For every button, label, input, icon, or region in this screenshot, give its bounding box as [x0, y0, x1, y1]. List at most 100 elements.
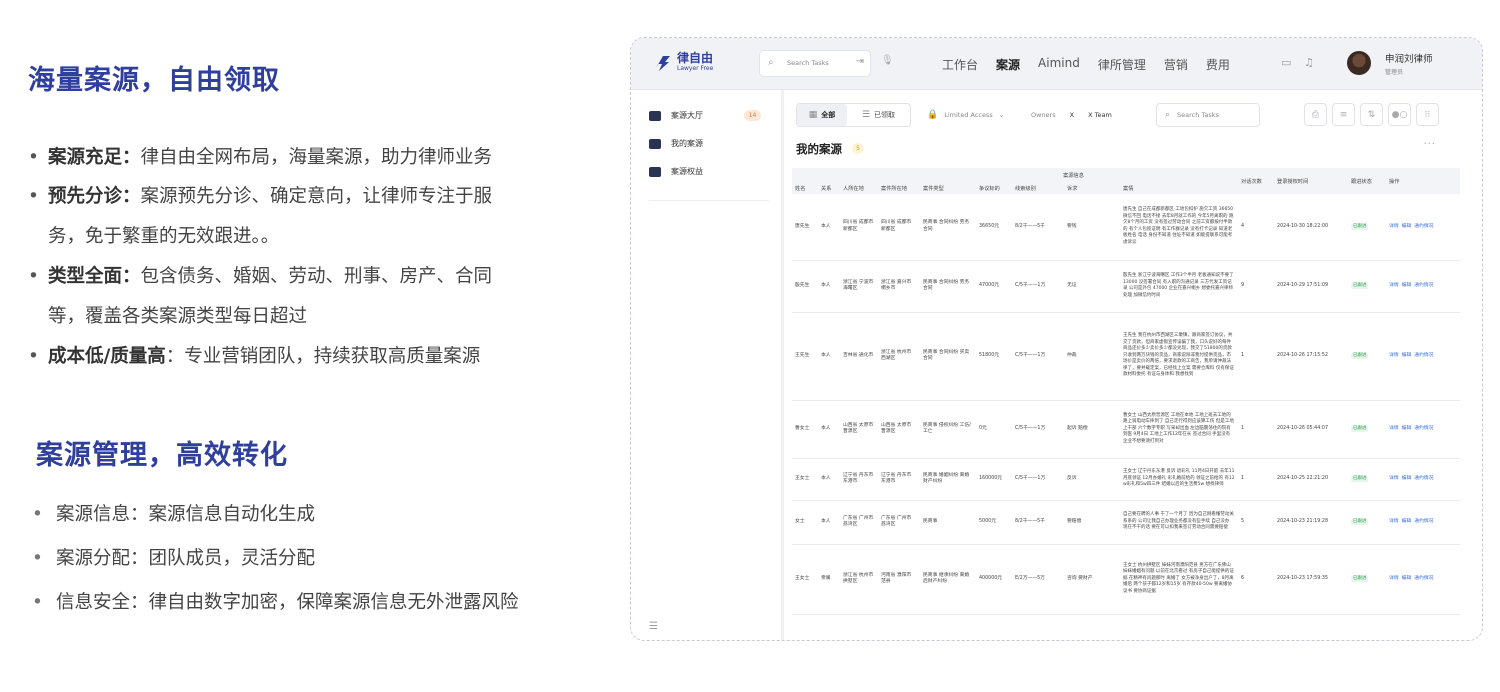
nav-firm-management[interactable]: 律所管理 [1098, 56, 1146, 73]
edit-link[interactable]: 编辑 [1402, 426, 1412, 431]
cell-amount: 51800元 [976, 312, 1012, 401]
cell-desc: 王女士 杭州拱墅区 妹妹河南濮阳范县 男方在广东佛山 妹妹婚姻有问题 以前在北京… [1120, 544, 1239, 615]
edit-link[interactable]: 编辑 [1402, 519, 1412, 524]
cell-name: 唐先生 [792, 194, 818, 261]
table-row[interactable]: 曹女士 本人 山西省 太原市 晋源区 山西省 太原市 晋源区 民商事 侵权纠纷 工伤/工… [792, 400, 1461, 459]
toggle-icon[interactable]: ●○ [1388, 103, 1411, 126]
logo[interactable]: 律自由 Lawyer Free [653, 52, 713, 73]
cell-talks: 6 [1238, 544, 1275, 615]
cell-talks: 1 [1238, 458, 1275, 501]
detail-link[interactable]: 详情 [1389, 476, 1399, 481]
cell-rel: 本人 [818, 194, 840, 261]
columns-icon[interactable]: ⁝⁝ [1416, 103, 1439, 126]
enter-icon[interactable]: ⇥ [856, 56, 864, 67]
cell-actions: 详情 编辑 通约情况 [1386, 400, 1461, 459]
cell-desc: 王先生 我在杭州市西湖区三墩镇，跟商家签订协议，共交了货款，但商家虚假宣传误骗了… [1120, 312, 1239, 401]
nav-workbench[interactable]: 工作台 [942, 56, 978, 73]
table-row[interactable]: 殷先生 本人 浙江省 宁波市 海曙区 浙江省 嘉兴市 桐乡市 民商事 合同纠纷 劳务合同… [792, 260, 1461, 313]
detail-link[interactable]: 详情 [1389, 519, 1399, 524]
access-filter[interactable]: 🔒 Limited Access ⌄ [927, 103, 1004, 127]
cell-actions: 详情 编辑 通约情况 [1386, 194, 1461, 261]
more-icon[interactable]: ··· [1423, 139, 1436, 150]
cell-time: 2024-10-30 18:22:00 [1274, 194, 1349, 261]
nav-marketing[interactable]: 营销 [1164, 56, 1188, 73]
edit-link[interactable]: 编辑 [1402, 283, 1412, 288]
owner-team[interactable]: X Team [1088, 111, 1112, 119]
cell-time: 2024-10-29 17:51:09 [1274, 260, 1349, 313]
cell-actions: 详情 编辑 通约情况 [1386, 458, 1461, 501]
toggle-all[interactable]: ▦ 全部 [797, 104, 847, 126]
cell-time: 2024-10-26 05:44:07 [1274, 400, 1349, 459]
owners-filter[interactable]: Owners X X Team [1031, 103, 1112, 127]
cell-status: 已跟进 [1348, 458, 1387, 501]
case-count-badge: 5 [852, 143, 864, 154]
nav-cases[interactable]: 案源 [996, 56, 1020, 73]
cell-status: 已跟进 [1348, 400, 1387, 459]
table-row[interactable]: 王女士 亲属 浙江省 杭州市 拱墅区 河南省 濮阳市 范县 民商事 继承纠纷 离婚后财产… [792, 544, 1461, 615]
table-row[interactable]: 王女士 本人 辽宁省 丹东市 东港市 辽宁省 丹东市 东港市 民商事 婚姻纠纷 离婚财产… [792, 458, 1461, 501]
table-row[interactable]: 唐先生 本人 四川省 成都市 新都区 四川省 成都市 新都区 民商事 合同纠纷 劳务合同… [792, 194, 1461, 261]
cell-time: 2024-10-26 17:15:52 [1274, 312, 1349, 401]
owner-x[interactable]: X [1070, 111, 1074, 119]
cell-level: E/2万——5万 [1012, 544, 1064, 615]
microphone-icon[interactable]: 🎙 [881, 55, 894, 66]
table-row[interactable]: 女士 本人 广东省 广州市 荔湾区 广东省 广州市 荔湾区 民商事 5000元 8/2千——… [792, 500, 1461, 545]
sidebar-item-my-cases[interactable]: 我的案源 [649, 138, 703, 149]
table-row[interactable]: 王先生 本人 吉林省 通化市 浙江省 杭州市 西湖区 民商事 合同纠纷 买卖合同 5180… [792, 312, 1461, 401]
follow-up-link[interactable]: 通约情况 [1414, 353, 1433, 358]
detail-link[interactable]: 详情 [1389, 353, 1399, 358]
cell-time: 2024-10-25 22:21:20 [1274, 458, 1349, 501]
follow-up-link[interactable]: 通约情况 [1414, 519, 1433, 524]
sidebar-divider [649, 200, 769, 201]
bell-icon[interactable]: ♫ [1304, 56, 1314, 69]
sort-icon[interactable]: ⇅ [1360, 103, 1383, 126]
cell-name: 王女士 [792, 458, 818, 501]
folder-icon[interactable]: ▭ [1281, 56, 1291, 69]
nav-aimind[interactable]: Aimind [1038, 56, 1080, 73]
sub-bullet-info: • 案源信息：案源信息自动化生成 [32, 504, 316, 525]
detail-link[interactable]: 详情 [1389, 576, 1399, 581]
detail-link[interactable]: 详情 [1389, 283, 1399, 288]
nav-fees[interactable]: 费用 [1206, 56, 1230, 73]
follow-up-link[interactable]: 通约情况 [1414, 576, 1433, 581]
follow-up-link[interactable]: 通约情况 [1414, 224, 1433, 229]
cell-talks: 9 [1238, 260, 1275, 313]
global-search-input[interactable]: ⌕ Search Tasks ⇥ [759, 50, 871, 77]
collapse-sidebar-icon[interactable]: ☰ [649, 621, 658, 632]
bullet-triage: • 预先分诊：案源预先分诊、确定意向，让律师专注于服 务，免于繁重的无效跟进。。 [28, 186, 493, 247]
follow-up-link[interactable]: 通约情况 [1414, 426, 1433, 431]
filter-icon[interactable]: ≡ [1332, 103, 1355, 126]
export-icon[interactable]: ⎙ [1304, 103, 1327, 126]
edit-link[interactable]: 编辑 [1402, 476, 1412, 481]
cell-case_loc: 辽宁省 丹东市 东港市 [878, 458, 920, 501]
edit-link[interactable]: 编辑 [1402, 353, 1412, 358]
cell-case_loc: 河南省 濮阳市 范县 [878, 544, 920, 615]
cell-loc: 辽宁省 丹东市 东港市 [840, 458, 878, 501]
avatar[interactable] [1347, 51, 1371, 75]
sidebar-item-case-hall[interactable]: 案源大厅 [649, 110, 703, 121]
cell-type: 民商事 侵权纠纷 工伤/工亡 [920, 400, 976, 459]
cell-case_loc: 四川省 成都市 新都区 [878, 194, 920, 261]
heading-mass-cases: 海量案源，自由领取 [28, 65, 280, 96]
cell-name: 女士 [792, 500, 818, 545]
follow-up-link[interactable]: 通约情况 [1414, 283, 1433, 288]
page-title: 我的案源 [796, 142, 842, 156]
cell-level: C/5千——1万 [1012, 312, 1064, 401]
status-badge: 已跟进 [1351, 575, 1369, 583]
sidebar-item-case-rights[interactable]: 案源权益 [649, 166, 703, 177]
edit-link[interactable]: 编辑 [1402, 224, 1412, 229]
edit-link[interactable]: 编辑 [1402, 576, 1412, 581]
cell-demand: 要赔偿 [1064, 500, 1120, 545]
cell-loc: 广东省 广州市 荔湾区 [840, 500, 878, 545]
cell-loc: 浙江省 杭州市 拱墅区 [840, 544, 878, 615]
cell-demand: 无证 [1064, 260, 1120, 313]
user-role: 管理员 [1385, 69, 1404, 76]
status-badge: 已跟进 [1351, 223, 1369, 230]
follow-up-link[interactable]: 通约情况 [1414, 476, 1433, 481]
sidebar: 案源大厅 14 我的案源 案源权益 ☰ [631, 90, 784, 640]
detail-link[interactable]: 详情 [1389, 224, 1399, 229]
detail-link[interactable]: 详情 [1389, 426, 1399, 431]
list-icon: ☰ [861, 110, 871, 120]
task-search-input[interactable]: ⌕ Search Tasks [1156, 103, 1260, 127]
toggle-claimed[interactable]: ☰ 已领取 [847, 110, 910, 120]
